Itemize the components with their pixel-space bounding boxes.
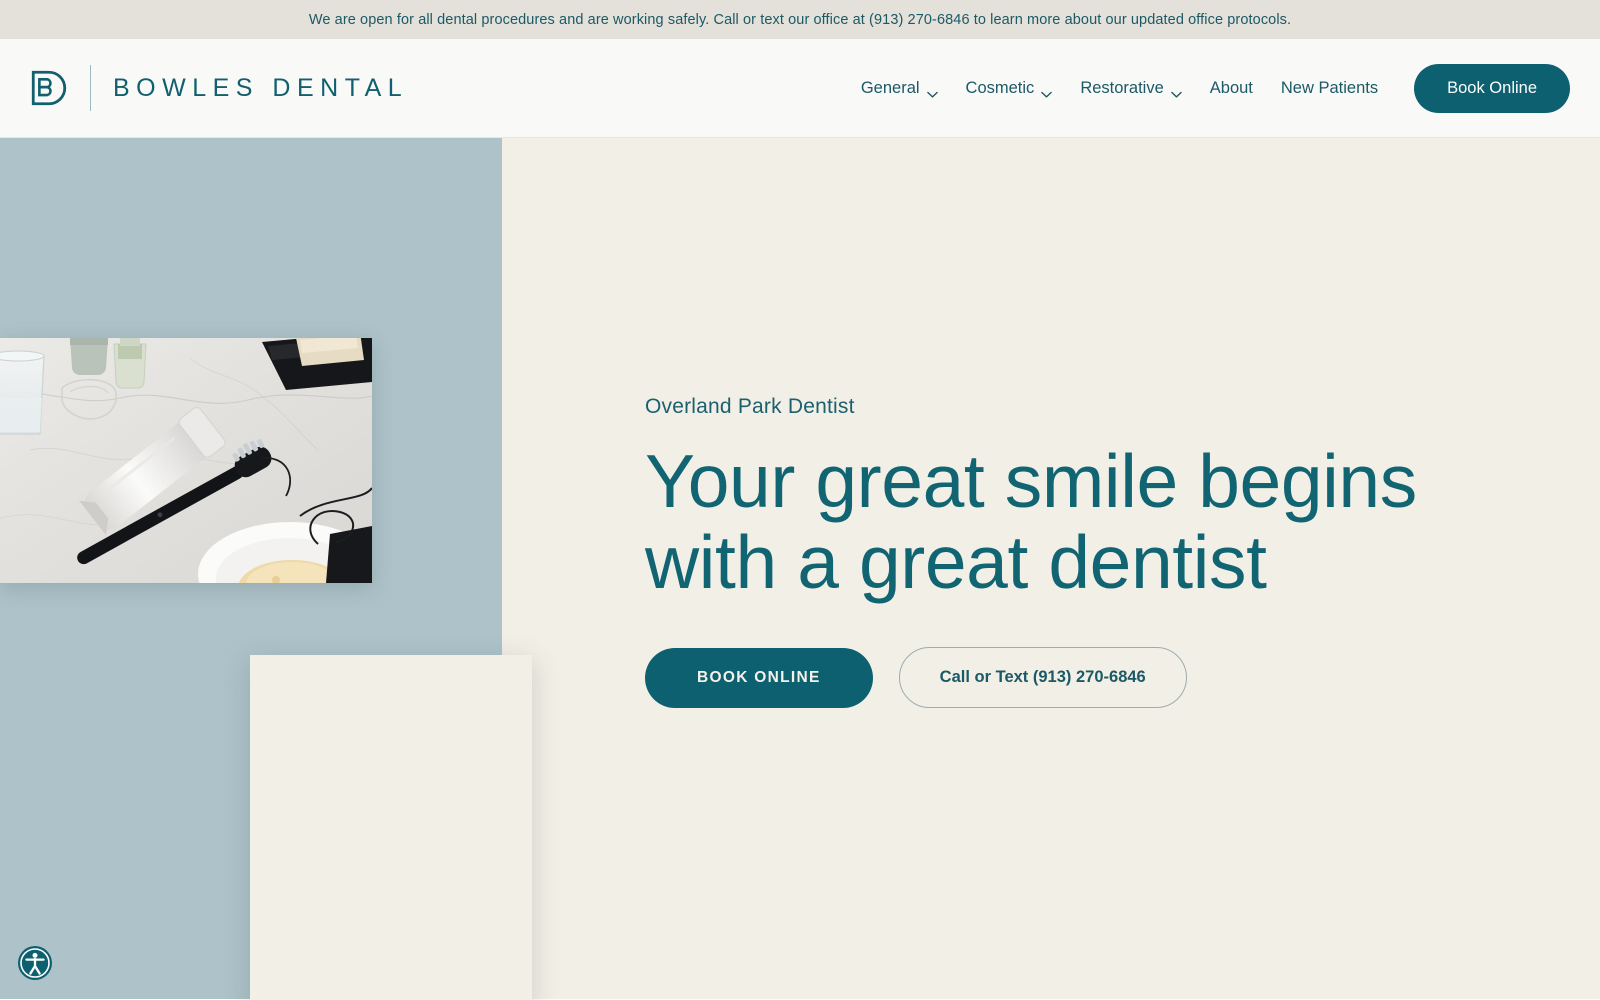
site-header: BOWLES DENTAL General Cosmetic Restorati… [0,39,1600,138]
nav-item-label: Cosmetic [965,78,1035,97]
hero-accent-card [250,655,532,1000]
hero-eyebrow: Overland Park Dentist [645,395,855,418]
nav-item-label: About [1209,78,1253,97]
hero-headline: Your great smile begins with a great den… [645,439,1417,604]
hero-section: Overland Park Dentist Your great smile b… [0,138,1600,1000]
nav-item-label: General [860,78,920,97]
hero-content: Overland Park Dentist Your great smile b… [645,138,1505,999]
nav-item-general[interactable]: General [847,79,952,98]
chevron-down-icon [1170,85,1182,98]
site-logo[interactable]: BOWLES DENTAL [28,65,408,111]
book-online-header-button[interactable]: Book Online [1414,63,1570,113]
call-or-text-button[interactable]: Call or Text (913) 270-6846 [898,647,1187,708]
main-navigation: General Cosmetic Restorative About New P… [847,63,1570,113]
nav-item-label: Restorative [1080,78,1164,97]
book-online-hero-button[interactable]: BOOK ONLINE [645,647,873,708]
bowles-dental-monogram-icon [28,67,70,109]
nav-item-restorative[interactable]: Restorative [1066,79,1195,98]
logo-wordmark: BOWLES DENTAL [113,73,409,102]
nav-item-cosmetic[interactable]: Cosmetic [952,79,1067,98]
hero-photo [0,338,372,583]
chevron-down-icon [1041,85,1053,98]
nav-item-label: New Patients [1280,78,1379,97]
logo-divider [90,65,91,111]
announcement-text: We are open for all dental procedures an… [308,11,1292,28]
announcement-bar: We are open for all dental procedures an… [0,0,1600,39]
nav-item-about[interactable]: About [1196,79,1267,98]
chevron-down-icon [926,85,938,98]
hero-cta-row: BOOK ONLINE Call or Text (913) 270-6846 [645,647,1505,708]
accessibility-widget-button[interactable] [17,945,53,981]
nav-item-new-patients[interactable]: New Patients [1267,79,1392,98]
